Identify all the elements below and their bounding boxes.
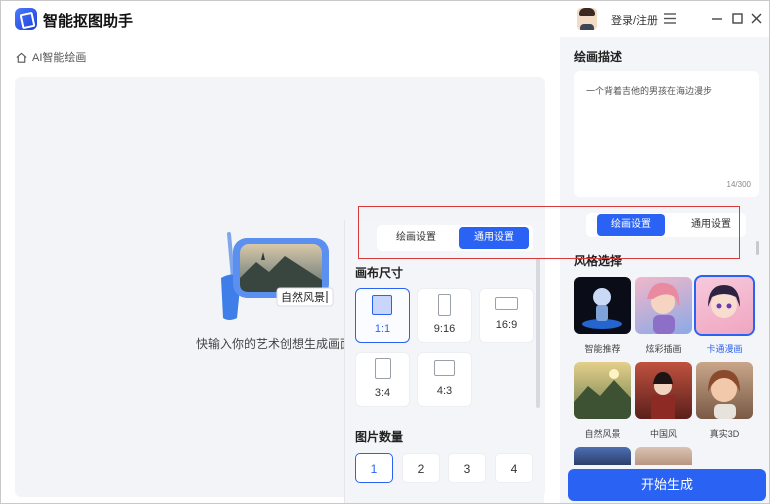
style-option-landscape[interactable]: 自然风景 (574, 362, 631, 440)
user-avatar[interactable] (577, 8, 597, 30)
style-thumb-chinese (635, 362, 692, 419)
ratio-4-3-icon (434, 360, 455, 376)
ratio-3-4-icon (375, 358, 391, 379)
size-option-label: 16:9 (495, 319, 518, 331)
count-option-1[interactable]: 1 (355, 453, 393, 483)
popover-scrollbar[interactable] (536, 258, 540, 408)
size-option-1-1[interactable]: 1:1 (355, 288, 410, 343)
settings-panel: 绘画描述 一个背着吉他的男孩在海边漫步 14/300 绘画设置 通用设置 风格选… (560, 37, 769, 503)
close-icon[interactable] (747, 9, 767, 29)
size-option-label: 9:16 (433, 323, 456, 335)
style-option-cartoon[interactable]: 卡通漫画 (694, 275, 755, 355)
size-option-4-3[interactable]: 4:3 (417, 352, 472, 407)
style-thumb-partial[interactable] (635, 447, 692, 465)
description-title: 绘画描述 (574, 50, 623, 64)
style-label: 智能推荐 (584, 344, 621, 354)
app-title: 智能抠图助手 (43, 13, 134, 30)
count-option-2[interactable]: 2 (402, 453, 440, 483)
title-bar: 智能抠图助手 登录/注册 (1, 1, 769, 37)
ratio-16-9-icon (495, 297, 518, 310)
style-option-smart[interactable]: 智能推荐 (574, 277, 631, 355)
home-icon[interactable] (15, 51, 28, 64)
style-option-3d[interactable]: 真实3D (696, 362, 753, 440)
menu-icon[interactable] (661, 9, 681, 29)
style-option-chinese[interactable]: 中国风 (635, 362, 692, 440)
maximize-icon[interactable] (728, 9, 748, 29)
style-option-colorful[interactable]: 炫彩插画 (635, 277, 692, 355)
ratio-9-16-icon (438, 294, 451, 316)
description-input[interactable]: 一个背着吉他的男孩在海边漫步 14/300 (574, 71, 759, 197)
highlight-annotation-box (358, 206, 740, 259)
style-thumb-cartoon (694, 275, 755, 336)
size-option-16-9[interactable]: 16:9 (479, 288, 534, 343)
login-register-link[interactable]: 登录/注册 (611, 12, 658, 28)
start-generate-button[interactable]: 开始生成 (568, 469, 766, 501)
style-label: 自然风景 (584, 429, 621, 439)
empty-state-illustration-icon: 自然风景 (221, 232, 334, 320)
empty-state-hint: 快输入你的艺术创想生成画面 (196, 337, 353, 351)
style-thumb-landscape (574, 362, 631, 419)
style-label: 真实3D (709, 429, 740, 439)
ratio-1-1-icon (372, 295, 392, 315)
minimize-icon[interactable] (707, 9, 727, 29)
app-logo-icon (15, 8, 37, 30)
panel-scrollbar[interactable] (756, 241, 759, 255)
size-option-label: 3:4 (374, 387, 391, 399)
size-option-3-4[interactable]: 3:4 (355, 352, 410, 407)
style-thumb-colorful (635, 277, 692, 334)
style-thumb-smart (574, 277, 631, 334)
size-option-label: 4:3 (436, 385, 453, 397)
general-settings-popover: 绘画设置 通用设置 画布尺寸 1:1 9:16 16:9 3:4 4:3 图片数… (344, 220, 544, 503)
count-option-3[interactable]: 3 (448, 453, 486, 483)
description-text[interactable]: 一个背着吉他的男孩在海边漫步 (586, 84, 712, 97)
size-option-9-16[interactable]: 9:16 (417, 288, 472, 343)
image-count-title: 图片数量 (355, 430, 404, 444)
count-option-4[interactable]: 4 (495, 453, 533, 483)
canvas-size-title: 画布尺寸 (355, 266, 404, 280)
breadcrumb: AI智能绘画 (15, 49, 86, 65)
style-thumb-partial[interactable] (574, 447, 631, 465)
breadcrumb-label[interactable]: AI智能绘画 (32, 49, 86, 65)
app-window: 智能抠图助手 登录/注册 AI智能绘画 自然风景 快输入你的艺术创想生成画面 绘… (0, 0, 770, 504)
size-option-label: 1:1 (374, 323, 391, 335)
description-char-count: 14/300 (726, 180, 751, 189)
style-badge-label: 自然风景 (281, 290, 325, 304)
style-label: 炫彩插画 (645, 344, 682, 354)
style-thumb-3d (696, 362, 753, 419)
style-label: 中国风 (649, 429, 677, 439)
style-label: 卡通漫画 (706, 344, 743, 354)
